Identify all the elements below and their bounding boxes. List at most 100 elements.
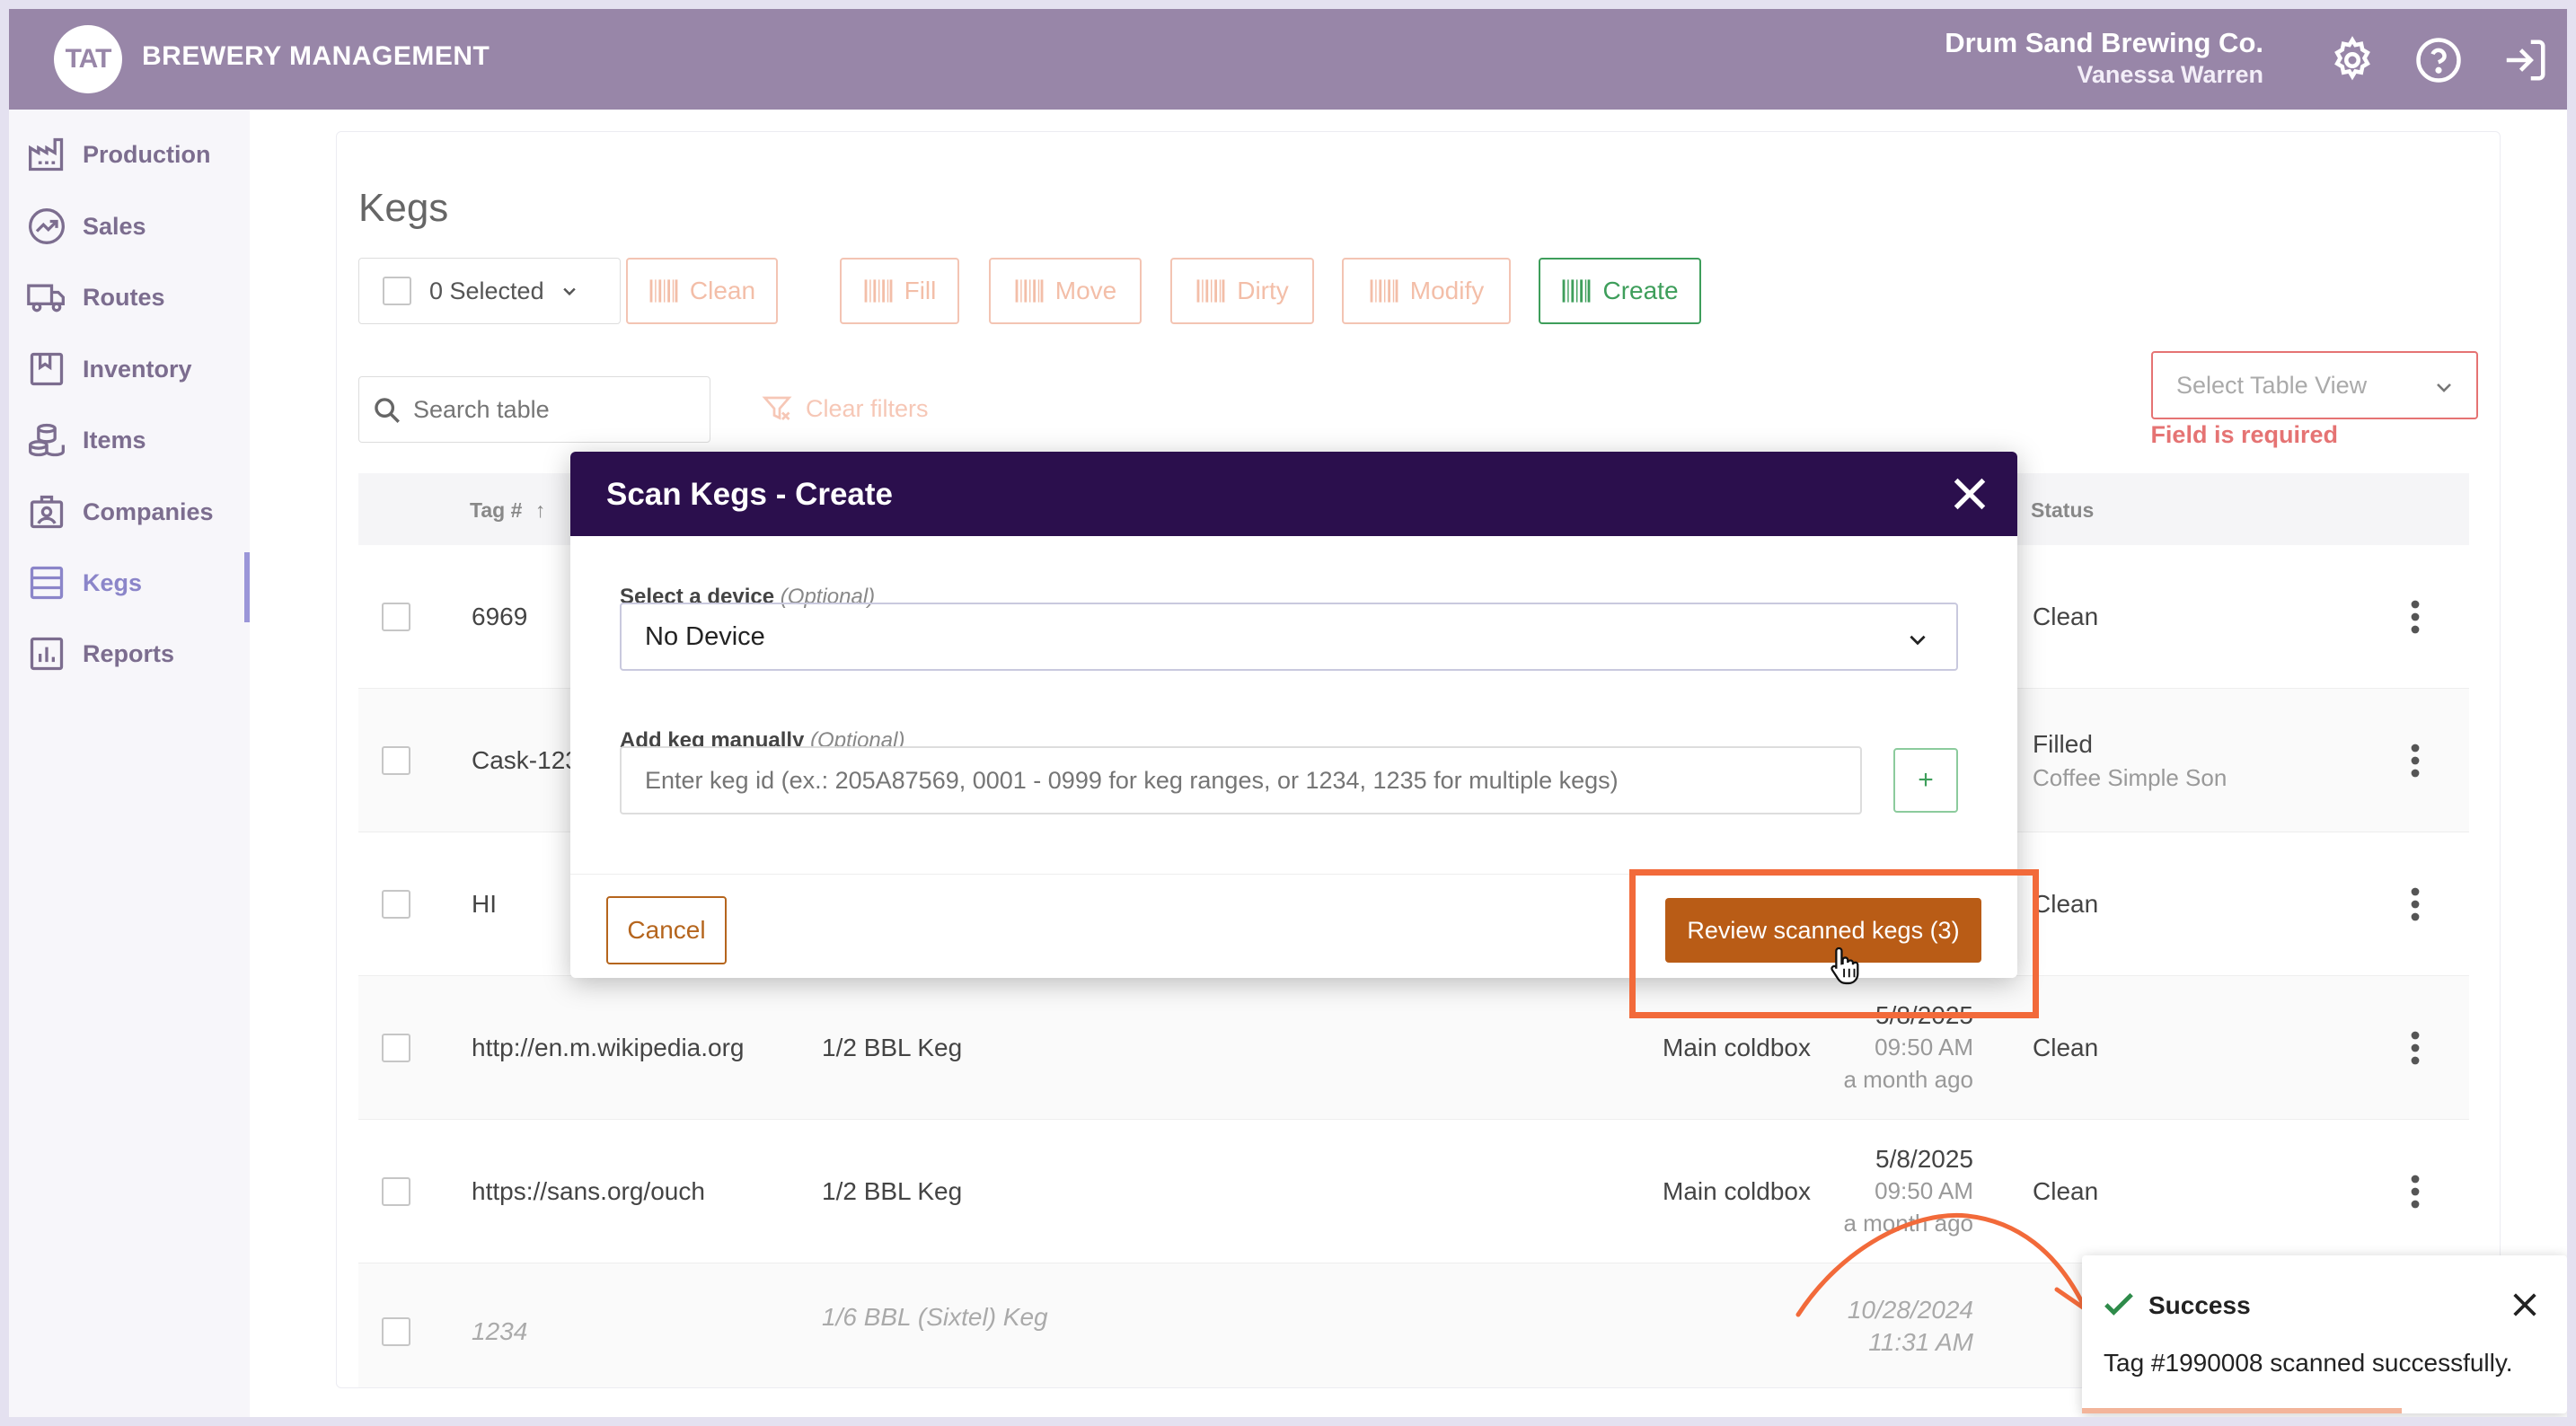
barrels-icon — [29, 423, 65, 457]
device-select-value: No Device — [645, 621, 765, 651]
device-select[interactable]: No Device — [620, 603, 1958, 671]
help-icon[interactable] — [2414, 36, 2463, 84]
sidebar-item-label: Inventory — [83, 355, 192, 383]
table-row[interactable]: http://en.m.wikipedia.org 1/2 BBL Keg 5/… — [358, 976, 2469, 1120]
sidebar-item-label: Items — [83, 426, 146, 453]
button-label: Move — [1054, 277, 1117, 304]
gear-icon[interactable] — [2328, 36, 2377, 84]
modal-header: Scan Kegs - Create — [570, 452, 2017, 536]
kebab-menu-icon[interactable] — [2410, 599, 2421, 635]
success-toast: Success Tag #1990008 scanned successfull… — [2082, 1255, 2567, 1413]
factory-icon — [29, 137, 64, 172]
modify-button[interactable]: Modify — [1342, 258, 1511, 324]
trend-icon — [29, 208, 65, 244]
bulk-select-dropdown[interactable]: 0 Selected — [358, 258, 621, 324]
sidebar-item-kegs[interactable]: Kegs — [9, 552, 250, 622]
column-header-tag[interactable]: Tag # ↑ — [470, 498, 545, 523]
barcode-icon — [1563, 279, 1591, 303]
sidebar-item-label: Production — [83, 140, 211, 168]
location-cell: Main coldbox — [1663, 1034, 1811, 1061]
highlight-box — [1629, 869, 2039, 1018]
close-icon[interactable] — [1949, 473, 1990, 515]
kebab-menu-icon[interactable] — [2410, 743, 2421, 779]
bookmark-icon — [30, 352, 64, 386]
sidebar-item-items[interactable]: Items — [9, 409, 250, 471]
table-row[interactable]: https://sans.org/ouch 1/2 BBL Keg 5/8/20… — [358, 1120, 2469, 1263]
tag-cell: 6969 — [472, 603, 528, 630]
status-detail: Coffee Simple Son — [2033, 764, 2228, 791]
sidebar-item-routes[interactable]: Routes — [9, 267, 250, 328]
page-title: Kegs — [358, 186, 449, 230]
search-icon — [375, 398, 400, 423]
table-view-select[interactable]: Select Table View — [2151, 351, 2478, 419]
sidebar-item-companies[interactable]: Companies — [9, 481, 250, 542]
badge-icon — [30, 495, 64, 529]
close-icon[interactable] — [2510, 1290, 2540, 1320]
row-checkbox[interactable] — [382, 746, 410, 775]
column-header-label: Tag # — [470, 498, 523, 522]
keg-type-cell: 1/2 BBL Keg — [822, 1177, 963, 1205]
keg-id-input[interactable] — [620, 746, 1862, 814]
sidebar-item-sales[interactable]: Sales — [9, 196, 250, 257]
check-icon — [2104, 1292, 2133, 1316]
barcode-icon — [649, 279, 678, 303]
sidebar-item-production[interactable]: Production — [9, 124, 250, 185]
chart-icon — [30, 637, 64, 671]
sidebar-item-label: Kegs — [83, 568, 143, 596]
chevron-down-icon — [2437, 383, 2451, 392]
top-bar: TAT BREWERY MANAGEMENT Drum Sand Brewing… — [9, 9, 2567, 110]
app-logo[interactable]: TAT — [54, 25, 122, 93]
status-cell: Filled — [2033, 730, 2093, 758]
relative-time-cell: a month ago — [1843, 1066, 1973, 1093]
dirty-button[interactable]: Dirty — [1170, 258, 1314, 324]
add-keg-button[interactable]: + — [1893, 748, 1958, 813]
toast-message: Tag #1990008 scanned successfully. — [2104, 1349, 2513, 1377]
select-all-checkbox[interactable] — [383, 277, 411, 305]
button-label: Dirty — [1237, 277, 1289, 304]
chevron-down-icon — [1910, 635, 1926, 646]
time-cell: 09:50 AM — [1875, 1177, 1973, 1204]
search-input[interactable] — [413, 392, 701, 427]
row-checkbox[interactable] — [382, 1177, 410, 1206]
time-cell: 11:31 AM — [1868, 1328, 1973, 1356]
sidebar-item-label: Sales — [83, 212, 146, 240]
tag-cell: HI — [472, 890, 497, 918]
status-cell: Clean — [2033, 603, 2099, 630]
create-button[interactable]: Create — [1539, 258, 1701, 324]
row-checkbox[interactable] — [382, 603, 410, 631]
clear-filters-button[interactable]: Clear filters — [761, 392, 929, 425]
tag-cell: Cask-123 — [472, 746, 579, 774]
truck-icon — [27, 284, 65, 312]
move-button[interactable]: Move — [989, 258, 1142, 324]
clean-button[interactable]: Clean — [626, 258, 778, 324]
sidebar-item-reports[interactable]: Reports — [9, 623, 250, 684]
row-checkbox[interactable] — [382, 890, 410, 919]
tag-cell: https://sans.org/ouch — [472, 1177, 705, 1205]
row-checkbox[interactable] — [382, 1034, 410, 1062]
status-cell: Clean — [2033, 1177, 2099, 1205]
sidebar-item-label: Companies — [83, 497, 214, 525]
kebab-menu-icon[interactable] — [2410, 1174, 2421, 1210]
fill-button[interactable]: Fill — [840, 258, 959, 324]
kebab-menu-icon[interactable] — [2410, 886, 2421, 922]
kebab-menu-icon[interactable] — [2410, 1030, 2421, 1066]
logout-icon[interactable] — [2501, 36, 2549, 84]
status-cell: Clean — [2033, 1034, 2099, 1061]
cancel-button[interactable]: Cancel — [606, 896, 727, 964]
toast-progress-bar — [2082, 1408, 2403, 1413]
tag-cell: http://en.m.wikipedia.org — [472, 1034, 745, 1061]
annotation-arrow — [1795, 1212, 2092, 1317]
selected-count: 0 Selected — [429, 277, 544, 304]
app-title: BREWERY MANAGEMENT — [142, 41, 490, 71]
hand-pointer-icon — [1831, 946, 1859, 985]
row-checkbox[interactable] — [382, 1317, 410, 1346]
sort-asc-icon: ↑ — [534, 498, 546, 522]
date-cell: 5/8/2025 — [1875, 1145, 1973, 1173]
sidebar-item-inventory[interactable]: Inventory — [9, 339, 250, 400]
column-header-status[interactable]: Status — [2031, 498, 2094, 523]
sidebar: Production Sales Routes Inventory Items … — [9, 110, 250, 1417]
keg-type-cell: 1/2 BBL Keg — [822, 1034, 963, 1061]
button-label: Create — [1602, 277, 1679, 304]
barcode-icon — [1196, 279, 1225, 303]
tag-cell: 1234 — [472, 1317, 528, 1345]
